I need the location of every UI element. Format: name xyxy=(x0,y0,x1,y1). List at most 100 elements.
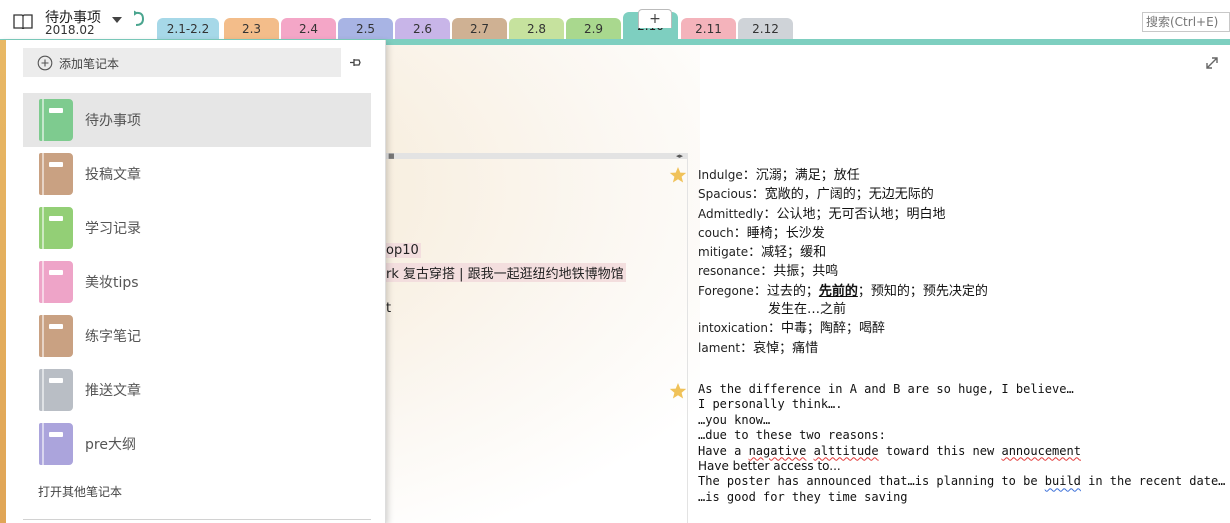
search-input[interactable] xyxy=(1142,12,1230,32)
vocab-separator: ： xyxy=(753,283,767,299)
onenote-window: 待办事项 2018.02 2.1-2.2 2.3 2.4 2.5 2.6 2.7 2.8 2.… xyxy=(0,0,1230,523)
grammar-error-text[interactable]: build xyxy=(1045,474,1081,488)
notebook-name: 待办事项 xyxy=(85,113,141,129)
plus-circle-icon xyxy=(37,55,53,71)
vocab-meaning: 睡椅；长沙发 xyxy=(746,225,825,241)
notebook-cover-icon xyxy=(39,153,73,195)
vocab-word: intoxication xyxy=(698,321,768,336)
expand-icon[interactable] xyxy=(1205,56,1219,70)
vocab-meaning: 哀悼；痛惜 xyxy=(753,340,819,356)
pin-icon[interactable] xyxy=(349,56,362,69)
note-line: As the difference in A and B are so huge… xyxy=(698,382,1074,396)
vocab-entry: Admittedly：公认地；无可否认地；明白地 xyxy=(698,205,1178,224)
section-tab[interactable]: 2.4 xyxy=(281,18,336,40)
panel-accent-bar xyxy=(0,40,6,523)
notebook-item[interactable]: 练字笔记 xyxy=(23,309,371,363)
vocab-entry: Indulge：沉溺；满足；放任 xyxy=(698,166,1178,185)
vocab-meaning: 过去的； xyxy=(766,283,819,299)
panel-divider xyxy=(23,519,371,520)
vocab-meaning: 共振；共鸣 xyxy=(773,264,839,280)
note-fragment: op10 xyxy=(386,243,421,258)
star-tag-icon[interactable] xyxy=(669,166,687,184)
vocab-separator: ： xyxy=(733,225,747,241)
notebook-cover-icon xyxy=(39,99,73,141)
note-line: …you know… xyxy=(698,412,771,427)
vocab-meaning-continued: 发生在…之前 xyxy=(768,302,847,318)
vocab-entry: Spacious：宽敞的，广阔的；无边无际的 xyxy=(698,185,1178,204)
notebook-name: 投稿文章 xyxy=(85,167,141,183)
notebook-item[interactable]: 待办事项 xyxy=(23,93,371,147)
notebook-list-panel: 添加笔记本 待办事项投稿文章学习记录美妆tips 练字笔记 推送文章 pre大纲 打开… xyxy=(0,40,386,523)
note-fragment: rk 复古穿搭 | 跟我一起逛纽约地铁博物馆 xyxy=(386,263,626,282)
section-tab[interactable]: 2.11 xyxy=(681,18,736,40)
notebook-item[interactable]: 投稿文章 xyxy=(23,147,371,201)
notebook-item[interactable]: 推送文章 xyxy=(23,363,371,417)
vocab-entry: couch：睡椅；长沙发 xyxy=(698,224,1178,243)
vocab-word: lament xyxy=(698,340,741,355)
spelling-error-text[interactable]: annoucement xyxy=(1001,444,1080,458)
notebook-cover-icon xyxy=(39,315,73,357)
note-line: The poster has announced that…is plannin… xyxy=(698,474,1230,489)
notebook-cover-icon xyxy=(39,369,73,411)
speaking-notes: As the difference in A and B are so huge… xyxy=(698,382,1230,505)
note-text: Have a xyxy=(698,443,749,458)
add-notebook-label: 添加笔记本 xyxy=(59,57,120,71)
vocab-separator: ： xyxy=(768,321,782,337)
vocab-separator: ： xyxy=(751,187,765,203)
vocab-word: mitigate xyxy=(698,245,749,260)
notebook-item[interactable]: pre大纲 xyxy=(23,417,371,471)
note-fragment: t xyxy=(386,301,392,316)
add-section-button[interactable]: + xyxy=(638,9,672,28)
section-tab[interactable]: 2.6 xyxy=(395,18,450,40)
vocab-meaning: 公认地；无可否认地；明白地 xyxy=(776,206,946,222)
notebook-name: 学习记录 xyxy=(85,221,141,237)
vocab-entry: intoxication：中毒；陶醉；喝醉 xyxy=(698,319,1178,338)
note-container-handle[interactable] xyxy=(386,153,688,159)
vocab-word: resonance xyxy=(698,264,761,279)
vocab-meaning: 中毒；陶醉；喝醉 xyxy=(781,321,886,337)
section-tab[interactable]: 2.12 xyxy=(738,18,793,40)
top-bar: 待办事项 2018.02 2.1-2.2 2.3 2.4 2.5 2.6 2.7 2.8 2.… xyxy=(0,0,1230,40)
vocab-word: Indulge xyxy=(698,168,743,182)
note-text: The poster has announced that…is plannin… xyxy=(698,474,1045,489)
notebook-icon xyxy=(13,14,33,29)
note-line: Have a nagative alttitude toward this ne… xyxy=(698,444,1230,459)
chevron-down-icon[interactable] xyxy=(112,17,122,23)
notebook-section-name: 2018.02 xyxy=(45,23,95,37)
vocab-entry: mitigate：减轻；缓和 xyxy=(698,243,1178,262)
vocab-separator: ： xyxy=(740,340,754,356)
note-line: Have better access to... xyxy=(698,459,841,474)
vocabulary-list: Indulge：沉溺；满足；放任 Spacious：宽敞的，广阔的；无边无际的 Ad… xyxy=(698,166,1178,358)
vocab-word: Spacious xyxy=(698,187,752,202)
note-text xyxy=(806,444,813,458)
vocab-meaning: ；预知的；预先决定的 xyxy=(857,283,988,299)
container-resize-icon[interactable]: ◂▸ xyxy=(676,152,683,160)
vocab-word: Admittedly xyxy=(698,206,764,221)
section-tab[interactable]: 2.3 xyxy=(224,18,279,40)
vocab-word: Foregone xyxy=(698,283,754,298)
section-tab[interactable]: 2.1-2.2 xyxy=(157,18,219,40)
open-other-notebooks-link[interactable]: 打开其他笔记本 xyxy=(38,483,122,500)
note-text: in the recent date… xyxy=(1080,474,1226,489)
vocab-meaning: 宽敞的，广阔的；无边无际的 xyxy=(764,187,934,203)
star-tag-icon[interactable] xyxy=(669,382,687,400)
notebook-name: pre大纲 xyxy=(85,437,136,453)
section-tab[interactable]: 2.8 xyxy=(509,18,564,40)
note-container-border xyxy=(687,159,688,523)
notebook-cover-icon xyxy=(39,423,73,465)
spelling-error-text[interactable]: nagative xyxy=(749,444,807,458)
vocab-emphasis: 先前的 xyxy=(818,283,858,299)
notebook-item[interactable]: 学习记录 xyxy=(23,201,371,255)
notebook-cover-icon xyxy=(39,261,73,303)
vocab-entry: resonance：共振；共鸣 xyxy=(698,262,1178,281)
notebook-picker[interactable]: 待办事项 2018.02 xyxy=(10,4,150,37)
section-tab[interactable]: 2.5 xyxy=(338,18,393,40)
section-tab[interactable]: 2.7 xyxy=(452,18,507,40)
section-tab[interactable]: 2.9 xyxy=(566,18,621,40)
notebook-item[interactable]: 美妆tips xyxy=(23,255,371,309)
note-line: …is good for they time saving xyxy=(698,489,908,504)
vocab-separator: ： xyxy=(742,168,756,183)
add-notebook-button[interactable]: 添加笔记本 xyxy=(23,48,341,77)
sync-icon[interactable] xyxy=(132,10,146,28)
spelling-error-text[interactable]: alttitude xyxy=(814,444,879,458)
